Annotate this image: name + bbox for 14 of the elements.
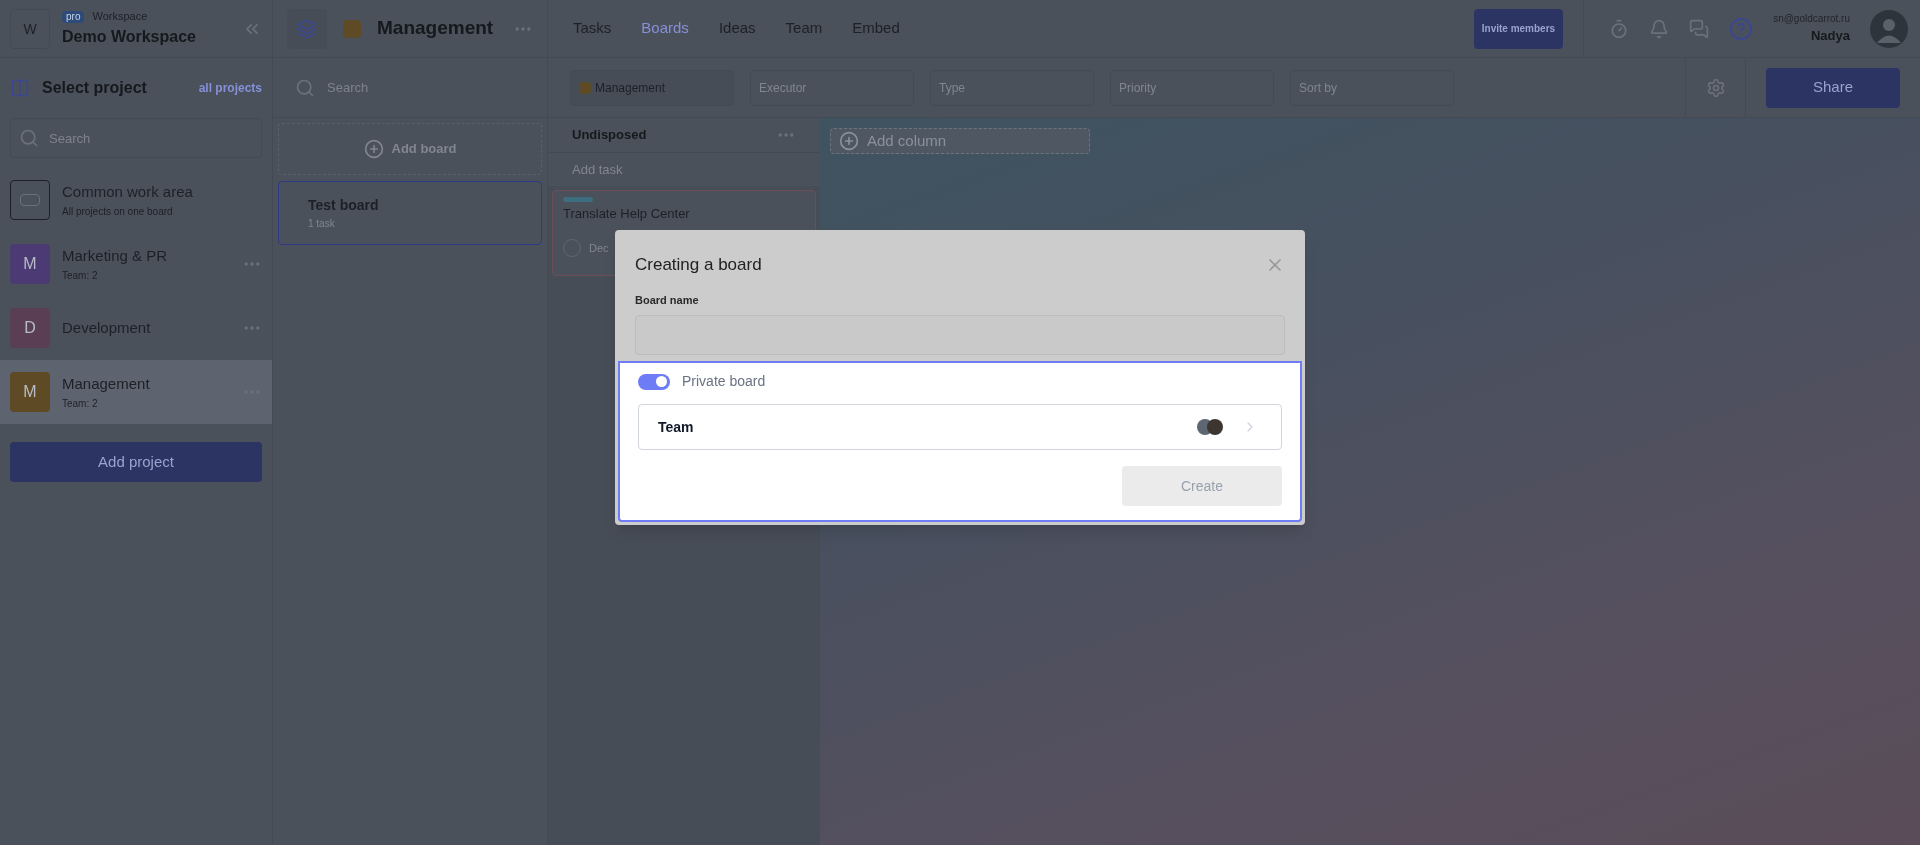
workspace-name: Demo Workspace [62, 26, 197, 47]
pro-badge: pro [62, 10, 85, 23]
dialog-title: Creating a board [635, 254, 763, 276]
user-name: Nadya [1810, 27, 1850, 46]
field-label: Board name [635, 292, 700, 308]
project-subtitle: Team: 2 [62, 396, 99, 411]
toggle-label: Private board [682, 372, 766, 391]
project-avatar: M [10, 372, 50, 412]
column-title: Undisposed [572, 126, 648, 145]
project-avatar: D [10, 308, 50, 348]
project-title: Management [377, 16, 495, 41]
project-avatar: M [10, 244, 50, 284]
project-name: Management [62, 374, 151, 395]
sidebar-title: Select project [42, 78, 148, 98]
